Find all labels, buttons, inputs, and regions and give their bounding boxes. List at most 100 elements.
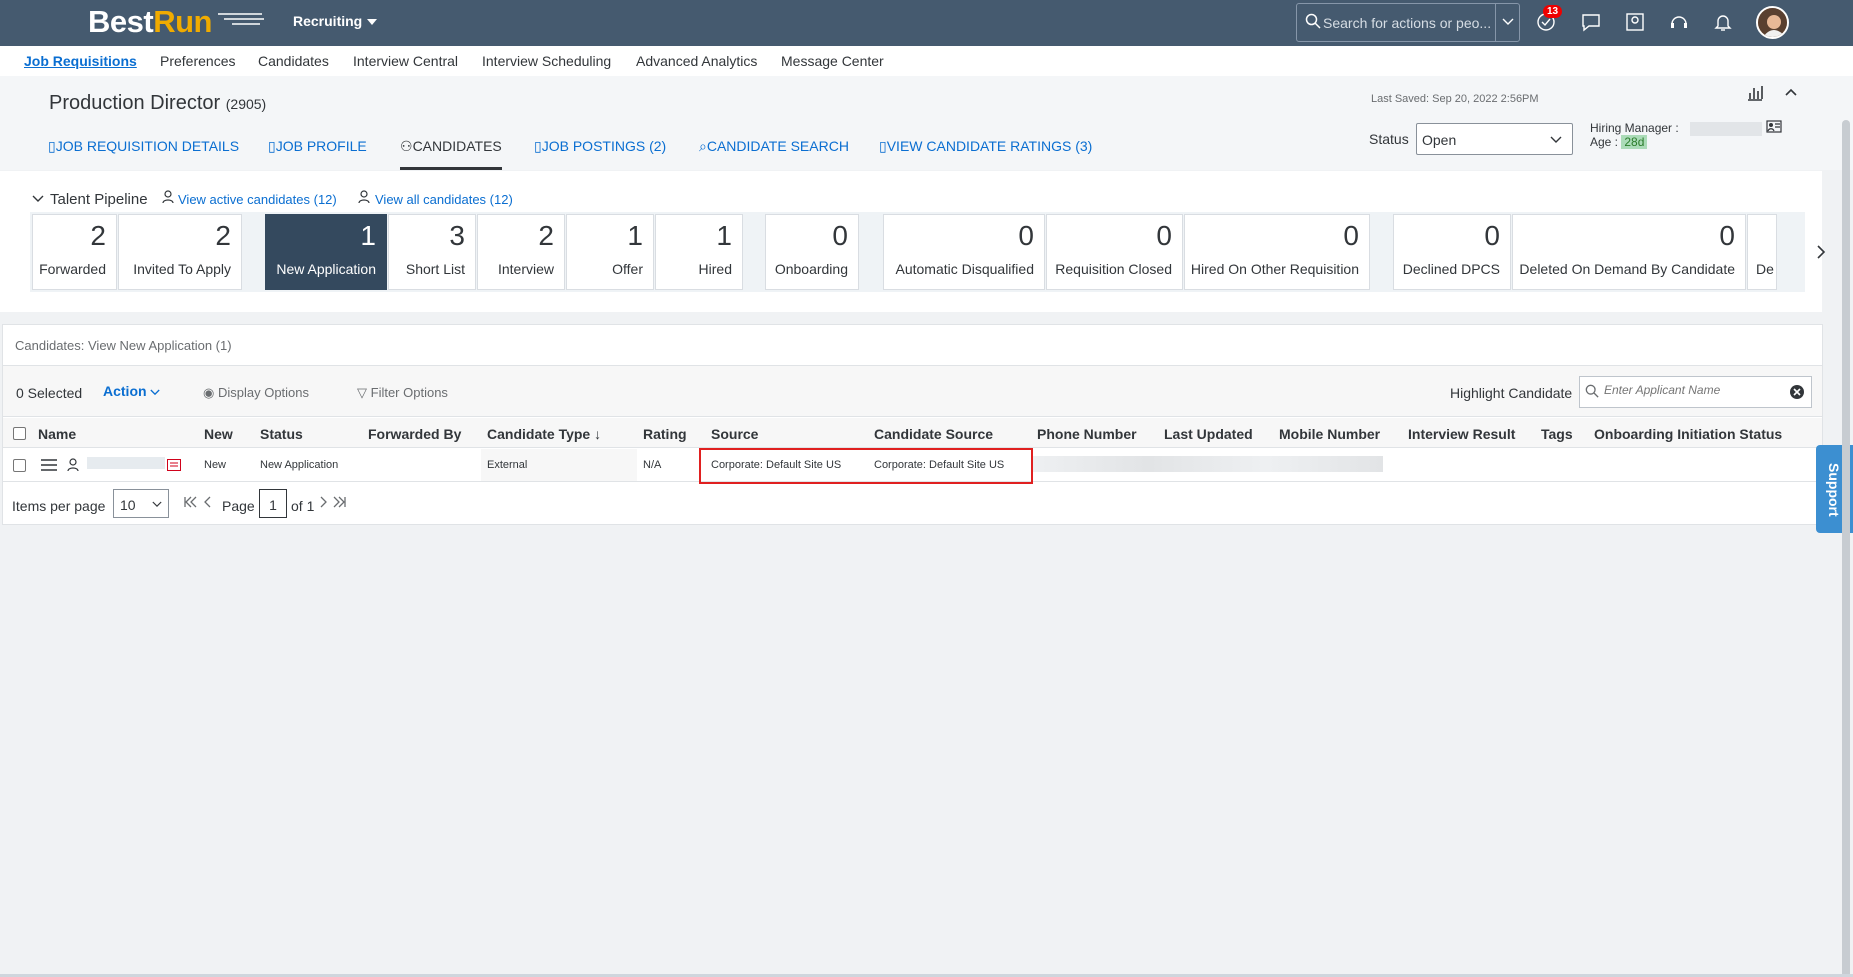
column-header-onboarding-status[interactable]: Onboarding Initiation Status [1594,426,1782,442]
person-icon [358,190,370,204]
stage-forwarded[interactable]: 2 Forwarded [32,214,117,290]
stage-count: 0 [832,220,848,251]
chevron-right-icon[interactable] [1816,244,1826,260]
candidate-name-redacted[interactable] [87,457,165,469]
column-header-mobile-number[interactable]: Mobile Number [1279,426,1380,442]
stage-label: Offer [612,261,643,277]
select-all-checkbox[interactable] [13,427,26,440]
action-menu[interactable]: Action [103,383,161,399]
stage-label: Hired On Other Requisition [1190,261,1359,277]
previous-page-icon[interactable] [202,495,212,509]
last-saved: Last Saved: Sep 20, 2022 2:56PM [1371,93,1539,105]
next-page-icon[interactable] [319,495,329,509]
global-search[interactable]: Search for actions or peo... [1296,3,1520,42]
tab-candidate-search[interactable]: ⌕CANDIDATE SEARCH [699,138,849,155]
pipeline-stages: 2 Forwarded 2 Invited To Apply 1 New Applic… [30,212,1826,292]
chart-icon[interactable] [1746,84,1764,102]
group-icon: ⚇ [400,138,413,154]
stage-count: 0 [1018,220,1034,251]
column-header-interview-result[interactable]: Interview Result [1408,426,1515,442]
user-avatar[interactable] [1756,6,1789,39]
requisition-header: Production Director (2905) Last Saved: S… [0,76,1853,170]
stage-invited-to-apply[interactable]: 2 Invited To Apply [118,214,242,290]
clipboard-icon: ▯ [879,138,887,154]
people-icon[interactable] [1624,11,1646,33]
view-active-candidates-link[interactable]: View active candidates (12) [178,192,337,207]
highlight-candidate-field[interactable] [1579,376,1812,408]
shell-bar: BestRun Recruiting Search for actions or… [0,0,1853,46]
vertical-scrollbar[interactable] [1842,120,1850,977]
headset-icon[interactable] [1668,11,1690,33]
stage-hired[interactable]: 1 Hired [655,214,743,290]
nav-interview-central[interactable]: Interview Central [353,53,458,69]
logo-run-text: Run [153,4,212,39]
stage-truncated[interactable]: De [1747,214,1777,290]
stage-requisition-closed[interactable]: 0 Requisition Closed [1046,214,1183,290]
resume-icon[interactable] [167,459,181,471]
column-header-tags[interactable]: Tags [1541,426,1573,442]
page-total: of 1 [291,498,315,514]
feedback-icon[interactable] [1580,11,1602,33]
status-select[interactable]: Open [1416,123,1573,155]
column-header-new[interactable]: New [204,426,233,442]
nav-advanced-analytics[interactable]: Advanced Analytics [636,53,757,69]
last-page-icon[interactable] [333,495,347,509]
tab-view-candidate-ratings[interactable]: ▯VIEW CANDIDATE RATINGS (3) [879,138,1092,155]
stage-onboarding[interactable]: 0 Onboarding [765,214,859,290]
column-header-status[interactable]: Status [260,426,303,442]
menu-icon[interactable] [41,459,57,471]
stage-short-list[interactable]: 3 Short List [388,214,476,290]
stage-new-application[interactable]: 1 New Application [265,214,387,290]
action-label: Action [103,383,147,399]
nav-preferences[interactable]: Preferences [160,53,235,69]
stage-declined-dpcs[interactable]: 0 Declined DPCS [1393,214,1511,290]
nav-interview-scheduling[interactable]: Interview Scheduling [482,53,611,69]
search-scope-dropdown[interactable] [1495,4,1519,41]
stage-interview[interactable]: 2 Interview [477,214,565,290]
filter-options-button[interactable]: ▽ Filter Options [357,385,448,401]
column-header-phone-number[interactable]: Phone Number [1037,426,1137,442]
status-value: Open [1422,132,1457,148]
search-icon [1305,13,1321,29]
logo-best-text: Best [88,4,154,39]
view-all-candidates-link[interactable]: View all candidates (12) [375,192,513,207]
stage-label: Onboarding [774,261,848,277]
column-header-rating[interactable]: Rating [643,426,687,442]
nav-message-center[interactable]: Message Center [781,53,884,69]
first-page-icon[interactable] [183,495,197,509]
clear-icon[interactable] [1789,384,1805,400]
column-header-last-updated[interactable]: Last Updated [1164,426,1253,442]
filter-icon: ▽ [357,385,367,400]
row-checkbox[interactable] [13,459,26,472]
tab-label: JOB POSTINGS (2) [541,138,667,154]
eye-icon: ◉ [203,385,215,400]
stage-offer[interactable]: 1 Offer [566,214,654,290]
stage-deleted-on-demand[interactable]: 0 Deleted On Demand By Candidate [1512,214,1746,290]
column-header-name[interactable]: Name [38,426,76,442]
notification-badge: 13 [1543,5,1563,18]
items-per-page-select[interactable]: 10 [113,489,169,518]
chevron-down-icon[interactable] [32,195,44,203]
module-switcher[interactable]: Recruiting [293,13,378,29]
stage-label: Short List [405,261,465,277]
highlight-candidate-input[interactable] [1604,383,1784,397]
column-header-source[interactable]: Source [711,426,758,442]
nav-job-requisitions[interactable]: Job Requisitions [24,53,137,69]
column-header-candidate-source[interactable]: Candidate Source [874,426,993,442]
column-header-candidate-type[interactable]: Candidate Type ↓ [487,426,601,442]
page-number-input[interactable]: 1 [259,489,287,518]
tab-job-profile[interactable]: ▯JOB PROFILE [268,138,367,155]
column-header-forwarded-by[interactable]: Forwarded By [368,426,461,442]
tab-job-requisition-details[interactable]: ▯JOB REQUISITION DETAILS [48,138,239,155]
contact-card-icon[interactable] [1766,120,1782,133]
nav-candidates[interactable]: Candidates [258,53,329,69]
stage-hired-on-other-requisition[interactable]: 0 Hired On Other Requisition [1184,214,1370,290]
tab-candidates[interactable]: ⚇CANDIDATES [400,138,502,155]
tab-job-postings[interactable]: ▯JOB POSTINGS (2) [534,138,666,155]
caret-down-icon [367,19,378,26]
chevron-up-icon[interactable] [1783,84,1799,100]
bell-icon[interactable] [1712,11,1734,33]
display-options-button[interactable]: ◉ Display Options [203,385,309,401]
stage-automatic-disqualified[interactable]: 0 Automatic Disqualified [883,214,1045,290]
bestrun-logo[interactable]: BestRun [88,4,264,40]
